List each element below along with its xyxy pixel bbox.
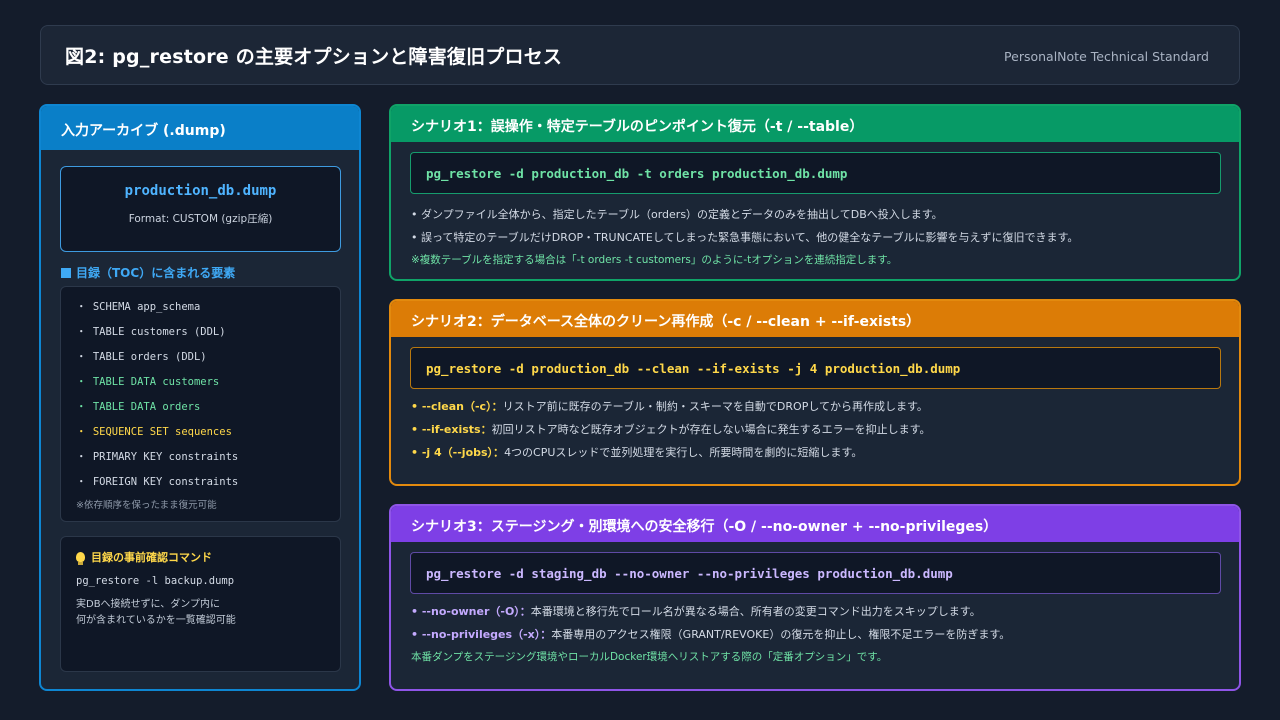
- toc-check-title-label: 目録の事前確認コマンド: [91, 551, 212, 564]
- toc-check-title: 目録の事前確認コマンド: [76, 549, 340, 565]
- toc-title-label: 目録（TOC）に含まれる要素: [76, 266, 236, 280]
- toc-check-desc-line: 何が含まれているかを一覧確認可能: [76, 615, 236, 626]
- lightbulb-icon: [76, 552, 85, 565]
- toc-item: ・ TABLE DATA orders: [76, 401, 201, 413]
- option-text: 本番環境と移行先でロール名が異なる場合、所有者の変更コマンド出力をスキップします…: [530, 605, 981, 618]
- toc-check-command: pg_restore -l backup.dump: [76, 575, 235, 587]
- scenario-3-title: シナリオ3：ステージング・別環境への安全移行（-O / --no-owner +…: [391, 506, 1239, 542]
- page-title: 図2: pg_restore の主要オプションと障害復旧プロセス: [65, 46, 563, 68]
- option-text: 初回リストア時など既存オブジェクトが存在しない場合に発生するエラーを抑止します。: [491, 423, 931, 436]
- toc-item: ・ PRIMARY KEY constraints: [76, 451, 239, 463]
- archive-heading: 入力アーカイブ (.dump): [41, 106, 359, 150]
- scenario-1-card: シナリオ1：誤操作・特定テーブルのピンポイント復元（-t / --table） …: [389, 104, 1241, 281]
- option-keyword: • --no-privileges（-x）：: [411, 628, 552, 641]
- scenario-1-command: pg_restore -d production_db -t orders pr…: [410, 152, 1221, 194]
- toc-check-description: 実DBへ接続せずに、ダンプ内に 何が含まれているかを一覧確認可能: [76, 597, 340, 629]
- option-keyword: • -j 4（--jobs）：: [411, 446, 505, 459]
- toc-list: ・ SCHEMA app_schema ・ TABLE customers (D…: [61, 287, 340, 499]
- scenario-2-title: シナリオ2：データベース全体のクリーン再作成（-c / --clean + --…: [391, 301, 1239, 337]
- dump-filename: production_db.dump: [124, 183, 277, 199]
- scenario-2-line: • --clean（-c）：リストア前に既存のテーブル・制約・スキーマを自動でD…: [411, 398, 931, 421]
- scenario-3-description: • --no-owner（-O）：本番環境と移行先でロール名が異なる場合、所有者…: [411, 603, 1010, 672]
- scenario-3-card: シナリオ3：ステージング・別環境への安全移行（-O / --no-owner +…: [389, 504, 1241, 691]
- scenario-3-note: 本番ダンプをステージング環境やローカルDocker環境へリストアする際の「定番オ…: [411, 651, 888, 663]
- scenario-2-line: • --if-exists：初回リストア時など既存オブジェクトが存在しない場合に…: [411, 421, 931, 444]
- option-keyword: • --clean（-c）：: [411, 400, 503, 413]
- toc-item: ・ FOREIGN KEY constraints: [76, 476, 239, 488]
- option-text: 4つのCPUスレッドで並列処理を実行し、所要時間を劇的に短縮します。: [504, 446, 863, 459]
- option-keyword: • --no-owner（-O）：: [411, 605, 531, 618]
- square-icon: [61, 268, 71, 278]
- toc-check-box: 目録の事前確認コマンド pg_restore -l backup.dump 実D…: [60, 536, 341, 672]
- scenario-3-line: • --no-owner（-O）：本番環境と移行先でロール名が異なる場合、所有者…: [411, 603, 1010, 626]
- header-bar: 図2: pg_restore の主要オプションと障害復旧プロセス Persona…: [40, 25, 1240, 85]
- scenario-3-command: pg_restore -d staging_db --no-owner --no…: [410, 552, 1221, 594]
- toc-item: ・ TABLE DATA customers: [76, 376, 220, 388]
- scenario-2-line: • -j 4（--jobs）：4つのCPUスレッドで並列処理を実行し、所要時間を…: [411, 444, 931, 467]
- scenario-2-command: pg_restore -d production_db --clean --if…: [410, 347, 1221, 389]
- option-text: 本番専用のアクセス権限（GRANT/REVOKE）の復元を抑止し、権限不足エラー…: [551, 628, 1011, 641]
- scenario-1-note: ※複数テーブルを指定する場合は「-t orders -t customers」の…: [411, 254, 898, 266]
- dump-format: Format: CUSTOM (gzip圧縮): [128, 213, 273, 225]
- scenario-1-title: シナリオ1：誤操作・特定テーブルのピンポイント復元（-t / --table）: [391, 106, 1239, 142]
- option-keyword: • --if-exists：: [411, 423, 492, 436]
- option-text: リストア前に既存のテーブル・制約・スキーマを自動でDROPしてから再作成します。: [502, 400, 928, 413]
- toc-item: ・ TABLE customers (DDL): [76, 326, 226, 338]
- scenario-1-description: • ダンプファイル全体から、指定したテーブル（orders）の定義とデータのみを…: [411, 206, 1078, 275]
- toc-item: ・ SCHEMA app_schema: [76, 301, 201, 313]
- toc-note: ※依存順序を保ったまま復元可能: [76, 500, 217, 511]
- scenario-2-description: • --clean（-c）：リストア前に既存のテーブル・制約・スキーマを自動でD…: [411, 398, 931, 467]
- toc-item: ・ SEQUENCE SET sequences: [76, 426, 232, 438]
- scenario-1-line: • 誤って特定のテーブルだけDROP・TRUNCATEしてしまった緊急事態におい…: [411, 231, 1079, 244]
- scenario-3-line: • --no-privileges（-x）：本番専用のアクセス権限（GRANT/…: [411, 626, 1010, 649]
- scenario-2-card: シナリオ2：データベース全体のクリーン再作成（-c / --clean + --…: [389, 299, 1241, 486]
- toc-check-desc-line: 実DBへ接続せずに、ダンプ内に: [76, 599, 220, 610]
- dump-file-box: production_db.dump Format: CUSTOM (gzip圧…: [60, 166, 341, 252]
- archive-panel: 入力アーカイブ (.dump) production_db.dump Forma…: [39, 104, 361, 691]
- toc-item: ・ TABLE orders (DDL): [76, 351, 207, 363]
- brand-label: PersonalNote Technical Standard: [1004, 49, 1209, 64]
- scenario-1-line: • ダンプファイル全体から、指定したテーブル（orders）の定義とデータのみを…: [411, 208, 943, 221]
- toc-title: 目録（TOC）に含まれる要素: [61, 264, 235, 281]
- toc-list-box: ・ SCHEMA app_schema ・ TABLE customers (D…: [60, 286, 341, 522]
